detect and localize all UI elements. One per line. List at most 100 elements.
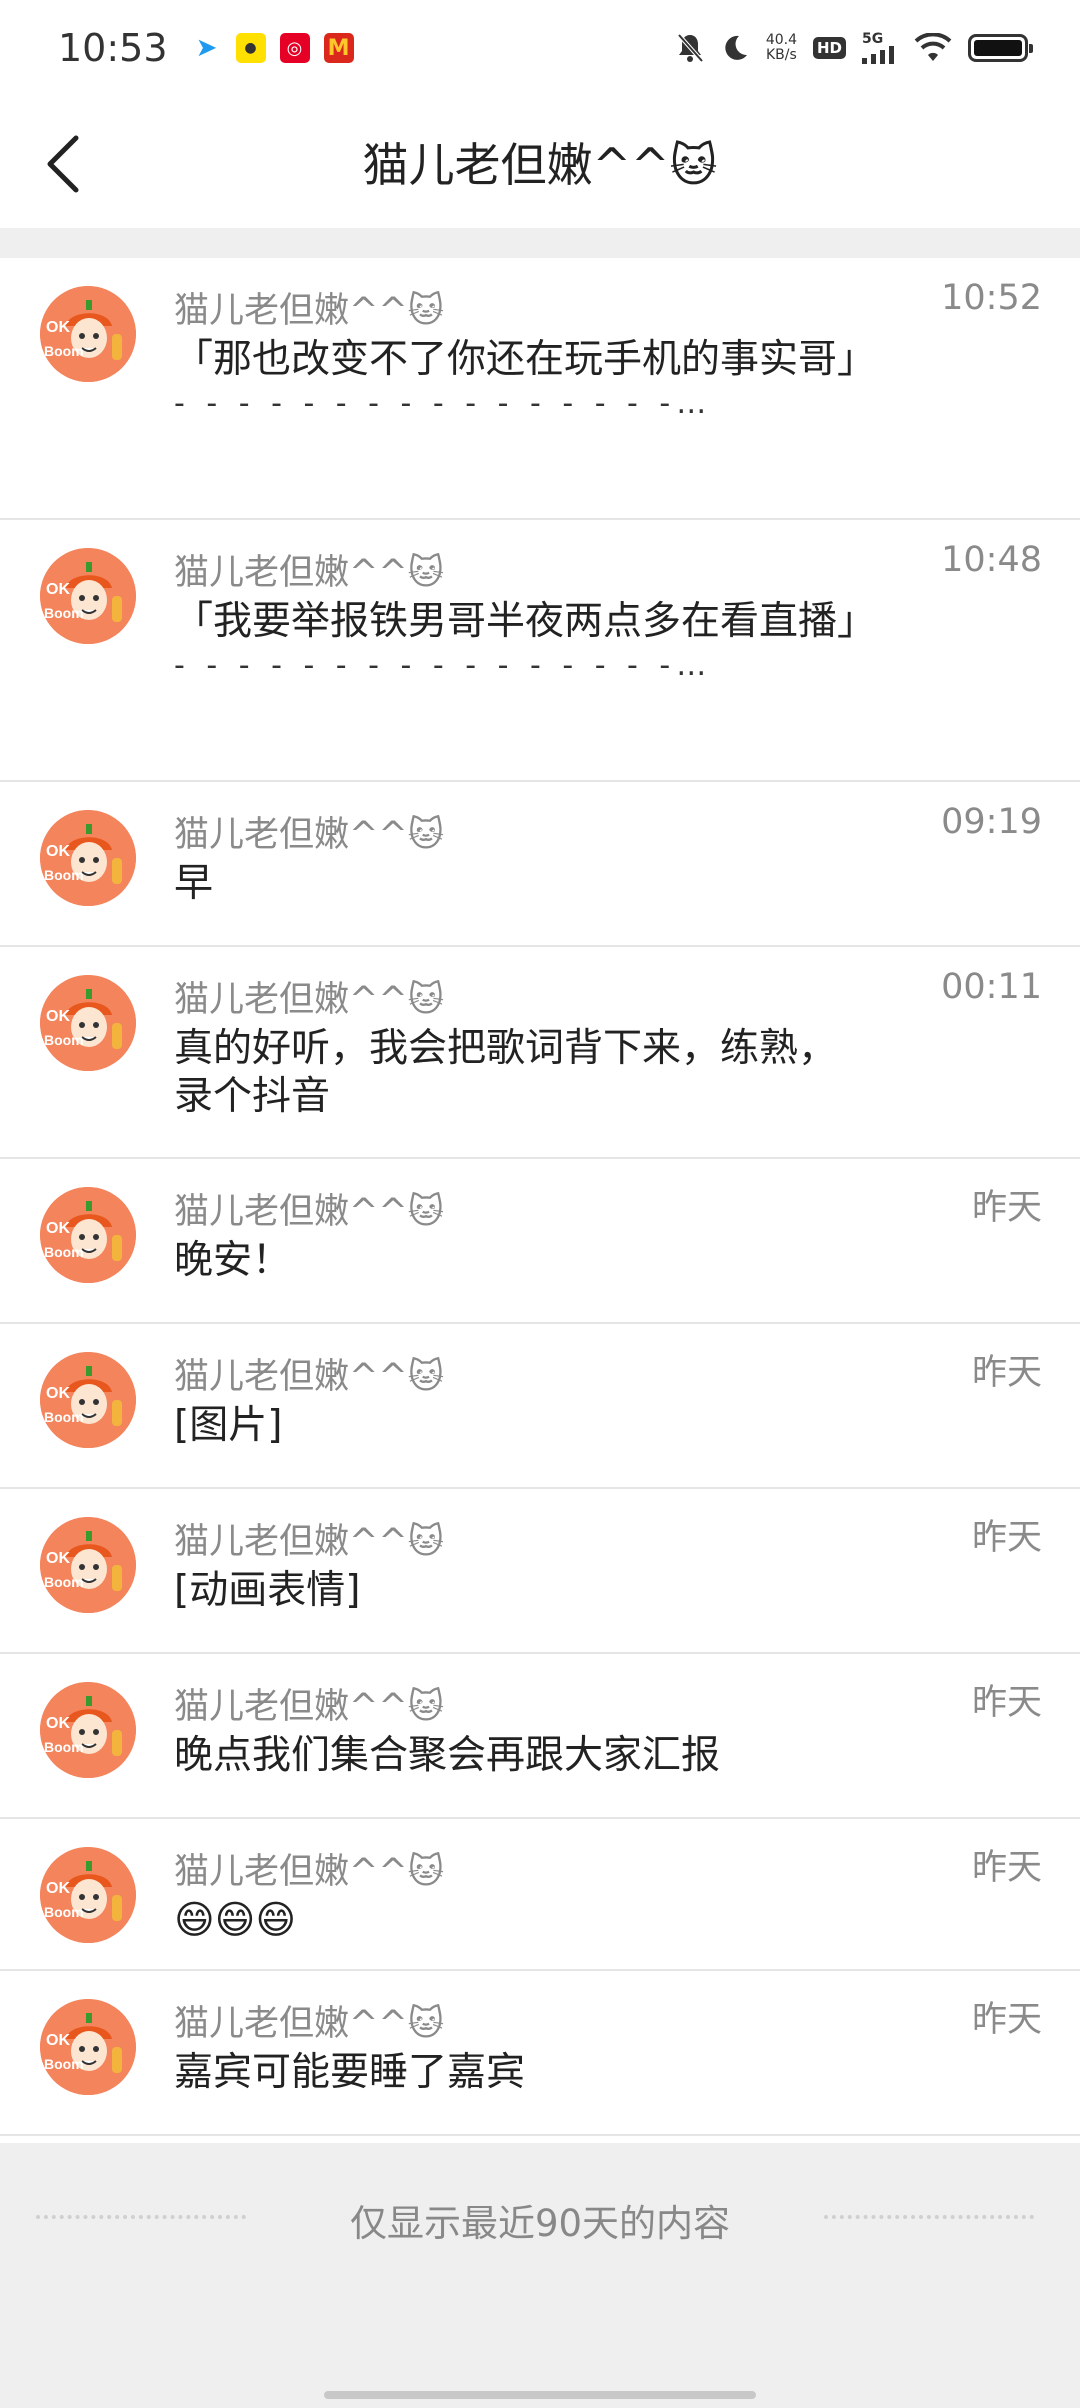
avatar[interactable]: OK Boom — [40, 1847, 136, 1943]
yellow-app-icon: ● — [235, 33, 266, 63]
header-separator — [0, 228, 1080, 258]
message-preview: 「那也改变不了你还在玩手机的事实哥」 - - - - - - - - - - - … — [174, 336, 877, 424]
avatar[interactable]: OK Boom — [40, 1352, 136, 1448]
avatar[interactable]: OK Boom — [40, 286, 136, 382]
message-preview: 晚点我们集合聚会再跟大家汇报 — [174, 1732, 874, 1780]
avatar[interactable]: OK Boom — [40, 1999, 136, 2095]
status-bar: 10:53 ➤ ● ◎ M 40.4 KB/s HD 5G — [0, 0, 1080, 96]
conversation-item[interactable]: OK Boom 猫儿老但嫩^^🐱 昨天 [动画表情] — [0, 1489, 1080, 1654]
network-speed: 40.4 KB/s — [765, 32, 797, 63]
svg-text:OK: OK — [46, 1008, 70, 1025]
netease-music-icon: ◎ — [279, 33, 310, 63]
message-time: 昨天 — [971, 1518, 1042, 1558]
avatar[interactable]: OK Boom — [40, 1682, 136, 1778]
message-preview: 晚安！ — [174, 1237, 874, 1285]
message-preview: [动画表情] — [174, 1567, 874, 1615]
history-notice: 仅显示最近90天的内容 — [349, 2202, 731, 2245]
sender-name: 猫儿老但嫩^^🐱 — [174, 1852, 445, 1892]
chat-header: 猫儿老但嫩^^🐱 — [0, 96, 1080, 228]
conversation-item[interactable]: OK Boom 猫儿老但嫩^^🐱 昨天晚点我们集合聚会再跟大家汇报 — [0, 1654, 1080, 1819]
message-time: 昨天 — [971, 1848, 1042, 1888]
conversation-item[interactable]: OK Boom 猫儿老但嫩^^🐱 昨天晚安！ — [0, 1159, 1080, 1324]
history-footer: 仅显示最近90天的内容 — [0, 2143, 1080, 2408]
message-time: 昨天 — [971, 1353, 1042, 1393]
sender-name: 猫儿老但嫩^^🐱 — [174, 980, 445, 1020]
svg-text:OK: OK — [46, 1880, 70, 1897]
avatar[interactable]: OK Boom — [40, 1517, 136, 1613]
quote-divider: - - - - - - - - - - - - - - - -… — [174, 386, 713, 421]
status-time: 10:53 — [58, 26, 168, 70]
hd-badge: HD — [812, 37, 846, 59]
message-time: 昨天 — [971, 1188, 1042, 1228]
avatar[interactable]: OK Boom — [40, 975, 136, 1071]
quote-divider: - - - - - - - - - - - - - - - -… — [174, 648, 713, 683]
notification-icons: ➤ ● ◎ M — [192, 33, 354, 63]
svg-text:OK: OK — [46, 1550, 70, 1567]
page-title: 猫儿老但嫩^^🐱 — [362, 138, 718, 192]
svg-text:OK: OK — [46, 1220, 70, 1237]
message-text: 晚点我们集合聚会再跟大家汇报 — [174, 1733, 721, 1778]
svg-text:Boom: Boom — [44, 1574, 84, 1590]
message-text: 晚安！ — [174, 1238, 292, 1283]
message-text: 早 — [174, 861, 214, 906]
message-preview: [图片] — [174, 1402, 874, 1450]
divider-right — [824, 2215, 1034, 2219]
svg-text:OK: OK — [46, 581, 70, 598]
svg-text:OK: OK — [46, 319, 70, 336]
message-text: [动画表情] — [174, 1568, 361, 1613]
svg-text:OK: OK — [46, 2032, 70, 2049]
svg-text:Boom: Boom — [44, 1904, 84, 1920]
svg-text:Boom: Boom — [44, 2056, 84, 2072]
mcdonalds-icon: M — [323, 33, 354, 63]
wifi-icon — [914, 33, 952, 63]
message-preview: 嘉宾可能要睡了嘉宾 — [174, 2049, 874, 2097]
message-time: 昨天 — [971, 1683, 1042, 1723]
chevron-left-icon — [47, 135, 79, 193]
message-time: 10:48 — [941, 540, 1042, 580]
svg-text:Boom: Boom — [44, 867, 84, 883]
message-text: 😄😄😄 — [174, 1898, 296, 1943]
conversation-item[interactable]: OK Boom 猫儿老但嫩^^🐱 昨天 😄😄😄 — [0, 1819, 1080, 1971]
svg-text:OK: OK — [46, 843, 70, 860]
message-preview: 真的好听，我会把歌词背下来，练熟，录个抖音 — [174, 1025, 874, 1121]
svg-text:Boom: Boom — [44, 1409, 84, 1425]
svg-text:OK: OK — [46, 1385, 70, 1402]
sender-name: 猫儿老但嫩^^🐱 — [174, 291, 445, 331]
message-time: 10:52 — [941, 278, 1042, 318]
conversation-item[interactable]: OK Boom 猫儿老但嫩^^🐱 09:19 早 — [0, 782, 1080, 947]
bell-muted-icon — [676, 32, 704, 64]
sender-name: 猫儿老但嫩^^🐱 — [174, 1687, 445, 1727]
conversation-item[interactable]: OK Boom 猫儿老但嫩^^🐱 昨天 [图片] — [0, 1324, 1080, 1489]
conversation-item[interactable]: OK Boom 猫儿老但嫩^^🐱 昨天 嘉宾可能要睡了嘉宾 — [0, 1971, 1080, 2136]
signal-5g-icon: 5G — [862, 32, 898, 64]
message-time: 09:19 — [941, 802, 1042, 842]
conversation-item[interactable]: OK Boom 猫儿老但嫩^^🐱 10:52 「那也改变不了你还在玩手机的事实哥」 - -… — [0, 258, 1080, 520]
sender-name: 猫儿老但嫩^^🐱 — [174, 1522, 445, 1562]
sender-name: 猫儿老但嫩^^🐱 — [174, 2004, 445, 2044]
svg-text:Boom: Boom — [44, 1244, 84, 1260]
svg-text:Boom: Boom — [44, 343, 84, 359]
back-button[interactable] — [36, 134, 92, 194]
svg-text:OK: OK — [46, 1715, 70, 1732]
svg-text:Boom: Boom — [44, 1032, 84, 1048]
message-preview: 「我要举报铁男哥半夜两点多在看直播」 - - - - - - - - - - - … — [174, 598, 877, 686]
message-text: 嘉宾可能要睡了嘉宾 — [174, 2050, 526, 2095]
conversation-item[interactable]: OK Boom 猫儿老但嫩^^🐱 10:48 「我要举报铁男哥半夜两点多在看直播」 - -… — [0, 520, 1080, 782]
message-preview: 早 — [174, 860, 874, 908]
message-text: 「那也改变不了你还在玩手机的事实哥」 — [174, 337, 877, 382]
avatar[interactable]: OK Boom — [40, 1187, 136, 1283]
sender-name: 猫儿老但嫩^^🐱 — [174, 1192, 445, 1232]
message-preview: 😄😄😄 — [174, 1897, 874, 1945]
arrow-app-icon: ➤ — [195, 33, 218, 63]
sender-name: 猫儿老但嫩^^🐱 — [174, 1357, 445, 1397]
avatar[interactable]: OK Boom — [40, 810, 136, 906]
sender-name: 猫儿老但嫩^^🐱 — [174, 815, 445, 855]
message-text: 真的好听，我会把歌词背下来，练熟，录个抖音 — [174, 1026, 838, 1119]
message-list: OK Boom 猫儿老但嫩^^🐱 10:52 「那也改变不了你还在玩手机的事实哥」 - -… — [0, 258, 1080, 2136]
svg-text:Boom: Boom — [44, 1739, 84, 1755]
conversation-item[interactable]: OK Boom 猫儿老但嫩^^🐱 00:11 真的好听，我会把歌词背下来，练熟，录个抖音 — [0, 947, 1080, 1159]
message-text: 「我要举报铁男哥半夜两点多在看直播」 — [174, 599, 877, 644]
home-indicator[interactable] — [324, 2391, 756, 2399]
battery-icon — [968, 34, 1033, 62]
avatar[interactable]: OK Boom — [40, 548, 136, 644]
